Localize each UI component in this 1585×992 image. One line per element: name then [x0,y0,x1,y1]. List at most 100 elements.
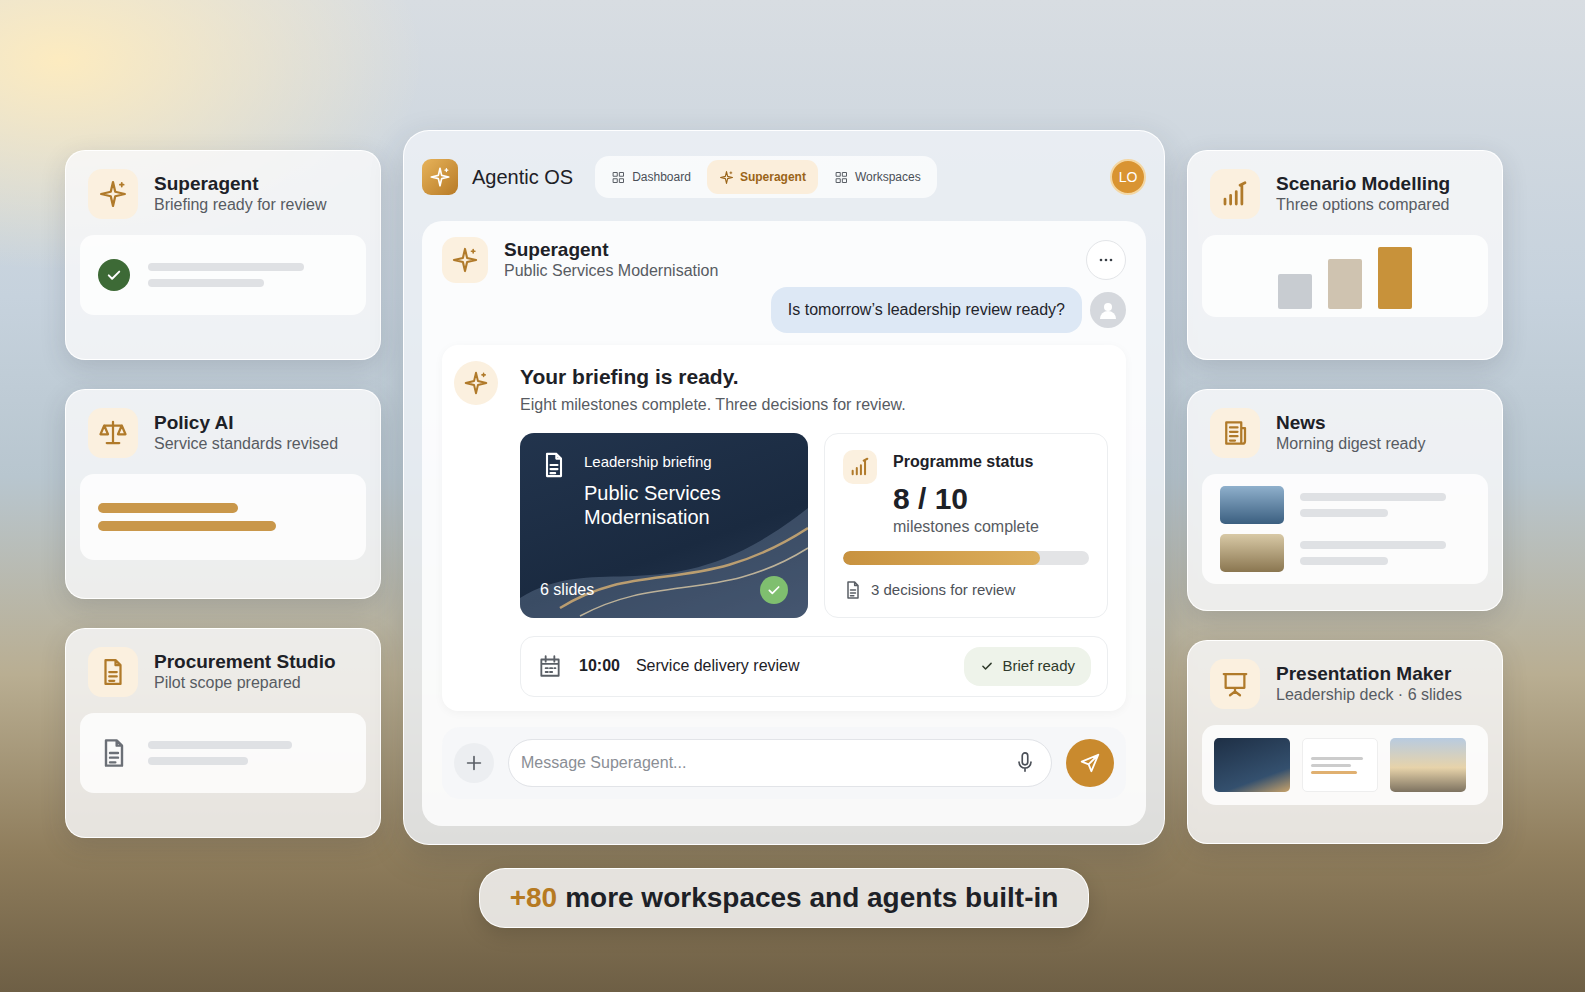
document-icon [98,737,130,769]
right-column: Scenario ModellingThree options compared… [1187,150,1503,844]
status-head: Programme status8 / 10milestones complet… [843,450,1089,539]
card-preview [80,474,366,560]
nav-tab-label: Superagent [740,168,806,186]
plus-icon [463,752,485,774]
icon-tile [1210,408,1260,458]
stage: SuperagentBriefing ready for reviewPolic… [0,0,1585,992]
top-bar: Agentic OSDashboardSuperagentWorkspacesL… [422,147,1146,207]
more-button[interactable] [1086,240,1126,280]
chart-bar-fill [1278,274,1312,309]
card-header: Policy AIService standards revised [80,404,366,458]
workspace-card[interactable]: SuperagentBriefing ready for review [65,150,381,360]
placeholder-lines [148,263,348,287]
news-item[interactable] [1220,534,1470,572]
message-composer [442,727,1126,799]
workspace-count: +80 [510,882,558,913]
message-input[interactable] [508,739,1052,787]
news-item[interactable] [1220,486,1470,524]
icon-tile [1210,659,1260,709]
chart-bar-fill [1378,247,1412,309]
chat-panel: SuperagentPublic Services Modernisation I… [422,221,1146,826]
card-preview [80,713,366,793]
nav-tab-label: Dashboard [632,168,691,186]
newspaper-icon [1220,418,1250,448]
slide-thumbnail[interactable] [1390,738,1466,792]
briefing-footer: 6 slides [540,576,788,604]
progress-fill [843,551,1040,565]
placeholder-lines [98,503,348,531]
reply-subtitle: Eight milestones complete. Three decisio… [520,393,1108,417]
nav-tab[interactable]: Superagent [707,160,818,194]
icon-tile [88,169,138,219]
badge-text: Brief ready [1002,655,1075,678]
sparkle-icon [451,246,479,274]
card-subtitle: Three options compared [1276,195,1450,216]
presentation-icon [1220,669,1250,699]
chart-bar [1278,274,1312,309]
reply-cards: Leadership briefingPublic Services Moder… [520,433,1108,619]
workspace-card[interactable]: Policy AIService standards revised [65,389,381,599]
layout-columns: SuperagentBriefing ready for reviewPolic… [65,130,1503,845]
card-title: Procurement Studio [154,650,336,674]
placeholder-line [1311,764,1351,767]
icon-tile [454,361,498,405]
card-title: Scenario Modelling [1276,172,1450,196]
placeholder-line [148,741,292,749]
nav-tabs: Dashboard Superagent Workspaces [595,156,937,198]
card-preview [1202,725,1488,805]
briefing-card[interactable]: Leadership briefingPublic Services Moder… [520,433,808,619]
nav-tab[interactable]: Workspaces [822,160,933,194]
slide-thumbnail[interactable] [1214,738,1290,792]
status-title: Programme status [893,450,1039,474]
more-dots-icon [1096,250,1116,270]
workspace-card[interactable]: Presentation MakerLeadership deck · 6 sl… [1187,640,1503,844]
card-text: Policy AIService standards revised [154,411,338,456]
placeholder-line [1300,509,1388,517]
briefing-text: Leadership briefingPublic Services Moder… [584,451,784,530]
calendar-icon [537,653,563,679]
decisions-row: 3 decisions for review [843,579,1089,602]
workspace-card[interactable]: Procurement StudioPilot scope prepared [65,628,381,838]
card-text: NewsMorning digest ready [1276,411,1425,456]
slide-thumbnail[interactable] [1302,738,1378,792]
user-icon [1096,298,1120,322]
footer-row: +80more workspaces and agents built-in [65,868,1503,928]
document-icon [98,657,128,687]
chart-bar-fill [1328,259,1362,309]
send-button[interactable] [1066,739,1114,787]
check-icon [766,582,782,598]
footer-text: more workspaces and agents built-in [565,882,1058,913]
workspace-card[interactable]: Scenario ModellingThree options compared [1187,150,1503,360]
nav-tab[interactable]: Dashboard [599,160,703,194]
agent-reply: Your briefing is ready.Eight milestones … [442,345,1126,711]
programme-status-card[interactable]: Programme status8 / 10milestones complet… [824,433,1108,619]
attach-button[interactable] [454,743,494,783]
card-header: Scenario ModellingThree options compared [1202,165,1488,219]
more-workspaces-pill[interactable]: +80more workspaces and agents built-in [479,868,1090,928]
chart-bar [1378,247,1412,309]
card-header: Procurement StudioPilot scope prepared [80,643,366,697]
brief-ready-badge: Brief ready [964,647,1091,686]
card-header: NewsMorning digest ready [1202,404,1488,458]
project-name: Public Services Modernisation [504,261,718,282]
check-icon [980,659,994,673]
logo[interactable] [422,159,458,195]
placeholder-line [1311,757,1363,760]
card-title: News [1276,411,1425,435]
message-field-wrap [508,739,1052,787]
card-subtitle: Briefing ready for review [154,195,327,216]
card-header: SuperagentBriefing ready for review [80,165,366,219]
microphone-icon [1014,752,1036,774]
workspace-card[interactable]: NewsMorning digest ready [1187,389,1503,611]
card-subtitle: Morning digest ready [1276,434,1425,455]
news-thumbnail [1220,486,1284,524]
user-message-row: Is tomorrow’s leadership review ready? [442,287,1126,333]
placeholder-line [98,503,238,513]
briefing-label: Leadership briefing [584,451,784,474]
agent-name: Superagent [504,238,718,262]
meeting-row[interactable]: 10:00Service delivery reviewBrief ready [520,636,1108,697]
user-avatar[interactable]: LO [1110,159,1146,195]
left-column: SuperagentBriefing ready for review Polic… [65,150,381,838]
document-icon [843,580,863,600]
done-check [760,576,788,604]
